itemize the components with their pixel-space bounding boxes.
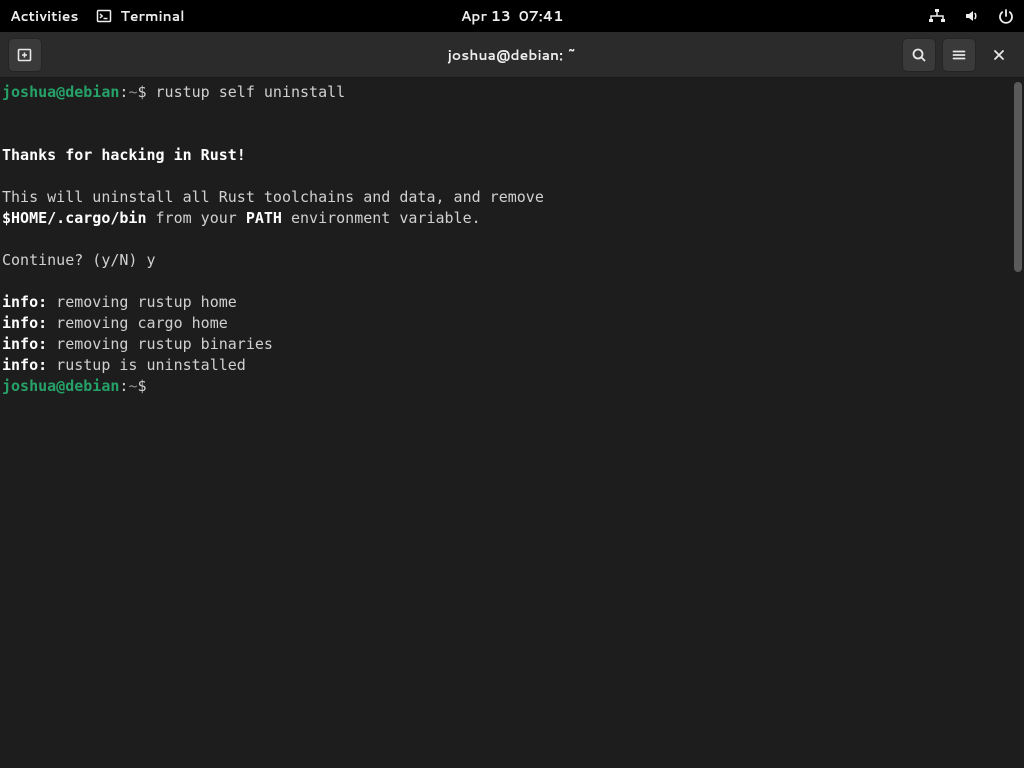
active-app-name: Terminal	[120, 6, 184, 26]
topbar-time: 07:41	[519, 6, 564, 26]
new-tab-icon	[16, 46, 34, 64]
prompt-symbol: $	[137, 83, 146, 101]
prompt-user-host: joshua@debian	[2, 83, 119, 101]
clock-button[interactable]: Apr 13 07:41	[461, 6, 564, 26]
info-prefix-1: info:	[2, 293, 47, 311]
info-msg-4: rustup is uninstalled	[47, 356, 246, 374]
prompt-symbol-2: $	[137, 377, 146, 395]
command-text: rustup self uninstall	[156, 83, 346, 101]
env-tail: environment variable.	[282, 209, 481, 227]
topbar-date: Apr 13	[461, 6, 511, 26]
activities-button[interactable]: Activities	[10, 6, 78, 26]
path-word: PATH	[246, 209, 282, 227]
from-your: from your	[147, 209, 246, 227]
terminal-viewport[interactable]: joshua@debian:~$ rustup self uninstall T…	[0, 78, 1024, 768]
info-prefix-3: info:	[2, 335, 47, 353]
close-window-button[interactable]	[982, 38, 1016, 72]
search-button[interactable]	[902, 38, 936, 72]
desc-line: This will uninstall all Rust toolchains …	[2, 188, 544, 206]
continue-prompt: Continue? (y/N) y	[2, 251, 156, 269]
info-prefix-2: info:	[2, 314, 47, 332]
volume-status-icon[interactable]	[964, 8, 980, 24]
active-app-indicator[interactable]: Terminal	[96, 6, 184, 26]
window-title: joshua@debian: ~	[0, 45, 1024, 65]
network-status-icon[interactable]	[928, 8, 946, 24]
search-icon	[910, 46, 928, 64]
terminal-output: joshua@debian:~$ rustup self uninstall T…	[0, 78, 1024, 401]
new-tab-button[interactable]	[8, 38, 42, 72]
info-msg-1: removing rustup home	[47, 293, 237, 311]
terminal-icon	[96, 8, 112, 24]
cargo-bin-path: $HOME/.cargo/bin	[2, 209, 147, 227]
info-prefix-4: info:	[2, 356, 47, 374]
gnome-top-bar: Activities Terminal Apr 13 07:41	[0, 0, 1024, 32]
power-status-icon[interactable]	[998, 8, 1014, 24]
prompt-user-host-2: joshua@debian	[2, 377, 119, 395]
info-msg-2: removing cargo home	[47, 314, 228, 332]
terminal-scrollbar[interactable]	[1014, 82, 1022, 764]
menu-button[interactable]	[942, 38, 976, 72]
terminal-header-bar: joshua@debian: ~	[0, 32, 1024, 78]
scrollbar-thumb[interactable]	[1014, 82, 1022, 272]
hamburger-icon	[950, 46, 968, 64]
close-icon	[992, 48, 1006, 62]
thanks-line: Thanks for hacking in Rust!	[2, 146, 246, 164]
info-msg-3: removing rustup binaries	[47, 335, 273, 353]
